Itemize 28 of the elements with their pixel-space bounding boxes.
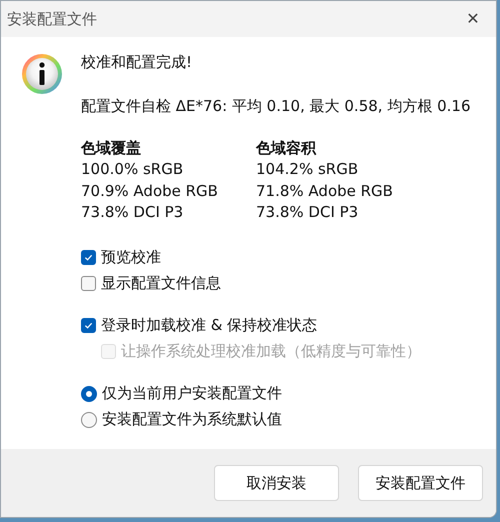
radio-button[interactable]: [81, 412, 97, 428]
checkbox-label: 预览校准: [101, 247, 161, 268]
window-title: 安装配置文件: [7, 8, 97, 30]
message-heading: 校准和配置完成!: [81, 52, 194, 73]
gamut-value: 71.8% Adobe RGB: [256, 180, 393, 202]
info-icon: [21, 53, 63, 95]
check-icon: [84, 253, 93, 262]
column-heading: 色域容积: [256, 138, 316, 159]
checkbox[interactable]: [81, 276, 96, 291]
close-button[interactable]: ✕: [450, 1, 496, 37]
radio-button[interactable]: [81, 386, 97, 402]
radio-label: 安装配置文件为系统默认值: [102, 409, 282, 430]
gamut-value: 73.8% DCI P3: [256, 202, 358, 223]
gamut-value: 70.9% Adobe RGB: [81, 180, 218, 202]
gamut-value: 104.2% sRGB: [256, 159, 358, 180]
column-heading: 色域覆盖: [81, 138, 141, 159]
self-check-text: 配置文件自检 ΔE*76: 平均 0.10, 最大 0.58, 均方根 0.16: [81, 96, 472, 117]
radio-label: 仅为当前用户安装配置文件: [102, 383, 282, 404]
check-icon: [84, 321, 93, 330]
checkbox-label: 登录时加载校准 & 保持校准状态: [101, 315, 318, 336]
checkbox-label: 显示配置文件信息: [101, 273, 221, 294]
checkbox[interactable]: [81, 318, 96, 333]
checkbox[interactable]: [81, 250, 96, 265]
dialog-button[interactable]: 安装配置文件: [358, 465, 483, 501]
dialog-button[interactable]: 取消安装: [214, 465, 339, 501]
gamut-value: 73.8% DCI P3: [81, 202, 184, 223]
checkbox-label: 让操作系统处理校准加载（低精度与可靠性）: [121, 341, 421, 362]
gamut-value: 100.0% sRGB: [81, 159, 184, 180]
